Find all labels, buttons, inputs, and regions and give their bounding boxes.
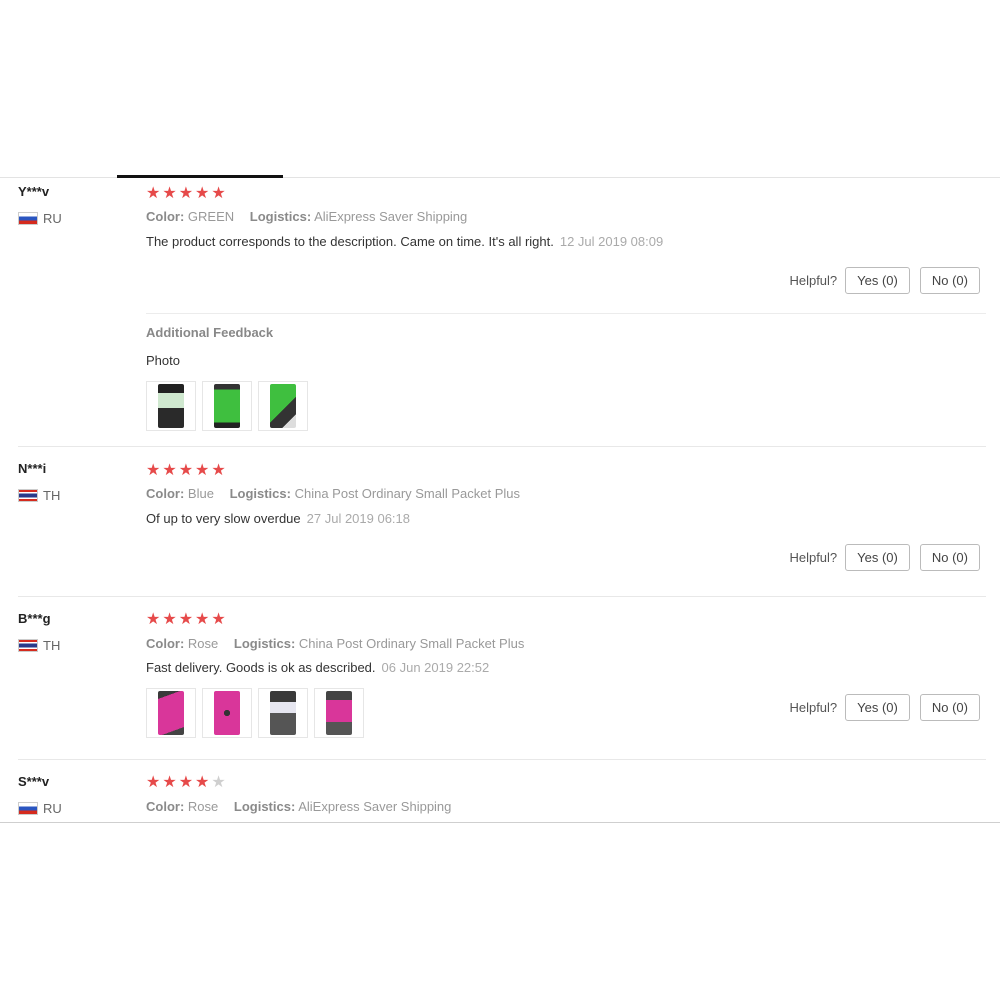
helpful-no-button[interactable]: No (0) — [919, 544, 980, 571]
reviewer-name: S***v — [18, 774, 50, 789]
star-icon: ★ — [195, 462, 210, 479]
logistics-value: China Post Ordinary Small Packet Plus — [294, 486, 521, 501]
star-icon: ★ — [146, 185, 161, 202]
star-rating: ★ ★ ★ ★ ★ — [146, 186, 226, 202]
review-divider — [18, 759, 986, 760]
logistics-value: China Post Ordinary Small Packet Plus — [298, 636, 525, 651]
helpful-vote: Helpful? Yes (0) No (0) — [789, 544, 980, 571]
review-content: The product corresponds to the descripti… — [146, 234, 663, 249]
star-icon: ★ — [195, 611, 210, 628]
helpful-label: Helpful? — [789, 273, 838, 288]
review-date: 12 Jul 2019 08:09 — [559, 234, 664, 249]
review-date: 27 Jul 2019 06:18 — [306, 511, 411, 526]
helpful-yes-button[interactable]: Yes (0) — [845, 544, 910, 571]
review-meta: Color: Blue Logistics: China Post Ordina… — [146, 486, 532, 501]
color-value: Blue — [187, 486, 214, 501]
star-rating: ★ ★ ★ ★ ★ — [146, 612, 226, 628]
helpful-vote: Helpful? Yes (0) No (0) — [789, 694, 980, 721]
divider — [146, 313, 986, 314]
star-icon: ★ — [162, 774, 177, 791]
logistics-label: Logistics: — [233, 799, 296, 814]
photo-label: Photo — [146, 353, 180, 368]
star-icon: ★ — [195, 185, 210, 202]
review-date: 06 Jun 2019 22:52 — [381, 660, 490, 675]
thailand-flag-icon — [18, 639, 38, 652]
review-text: Fast delivery. Goods is ok as described. — [146, 660, 376, 675]
review-photo-thumbnail[interactable] — [202, 688, 252, 738]
reviewer-name: Y***v — [18, 184, 50, 199]
logistics-label: Logistics: — [229, 486, 291, 501]
star-icon: ★ — [162, 462, 177, 479]
photo-thumbnails — [146, 381, 308, 431]
review-photo-thumbnail[interactable] — [314, 688, 364, 738]
helpful-label: Helpful? — [789, 700, 838, 715]
star-icon: ★ — [178, 462, 194, 479]
reviewer-country: RU — [18, 801, 62, 816]
russia-flag-icon — [18, 212, 38, 225]
country-code: RU — [43, 801, 62, 816]
reviewer-name: B***g — [18, 611, 51, 626]
review-photo-thumbnail[interactable] — [146, 688, 196, 738]
review-divider — [18, 446, 986, 447]
review-photo-thumbnail[interactable] — [258, 381, 308, 431]
star-icon: ★ — [211, 185, 226, 202]
star-icon: ★ — [178, 185, 194, 202]
color-label: Color: — [146, 636, 185, 651]
review-meta: Color: Rose Logistics: China Post Ordina… — [146, 636, 536, 651]
photo-thumbnails — [146, 688, 364, 738]
star-icon: ★ — [211, 462, 226, 479]
logistics-value: AliExpress Saver Shipping — [314, 209, 468, 224]
country-code: TH — [43, 488, 61, 503]
additional-feedback-title: Additional Feedback — [146, 325, 274, 340]
star-icon: ★ — [162, 185, 177, 202]
helpful-yes-button[interactable]: Yes (0) — [845, 694, 910, 721]
star-icon: ★ — [195, 774, 210, 791]
color-label: Color: — [146, 799, 185, 814]
helpful-yes-button[interactable]: Yes (0) — [845, 267, 910, 294]
review-content: Fast delivery. Goods is ok as described.… — [146, 660, 489, 675]
star-rating: ★ ★ ★ ★ ★ — [146, 775, 226, 791]
star-icon: ★ — [162, 611, 177, 628]
star-icon: ★ — [146, 774, 161, 791]
helpful-vote: Helpful? Yes (0) No (0) — [789, 267, 980, 294]
reviewer-country: TH — [18, 638, 60, 653]
review-meta: Color: Rose Logistics: AliExpress Saver … — [146, 799, 463, 814]
reviewer-country: RU — [18, 211, 62, 226]
color-value: Rose — [187, 636, 219, 651]
star-icon: ★ — [178, 774, 194, 791]
color-label: Color: — [146, 486, 185, 501]
star-rating: ★ ★ ★ ★ ★ — [146, 463, 226, 479]
review-text: The product corresponds to the descripti… — [146, 234, 554, 249]
star-empty-icon: ★ — [211, 774, 226, 791]
viewport-bottom-edge — [0, 822, 1000, 823]
review-divider — [18, 596, 986, 597]
russia-flag-icon — [18, 802, 38, 815]
logistics-value: AliExpress Saver Shipping — [298, 799, 452, 814]
helpful-no-button[interactable]: No (0) — [919, 694, 980, 721]
reviewer-name: N***i — [18, 461, 47, 476]
review-text: Of up to very slow overdue — [146, 511, 301, 526]
country-code: RU — [43, 211, 62, 226]
color-value: GREEN — [187, 209, 235, 224]
review-photo-thumbnail[interactable] — [258, 688, 308, 738]
star-icon: ★ — [146, 611, 161, 628]
active-tab-indicator — [117, 175, 283, 178]
color-value: Rose — [187, 799, 219, 814]
review-photo-thumbnail[interactable] — [146, 381, 196, 431]
review-photo-thumbnail[interactable] — [202, 381, 252, 431]
logistics-label: Logistics: — [233, 636, 296, 651]
logistics-label: Logistics: — [249, 209, 312, 224]
star-icon: ★ — [178, 611, 194, 628]
reviewer-country: TH — [18, 488, 60, 503]
star-icon: ★ — [211, 611, 226, 628]
color-label: Color: — [146, 209, 185, 224]
helpful-no-button[interactable]: No (0) — [919, 267, 980, 294]
country-code: TH — [43, 638, 61, 653]
review-meta: Color: GREEN Logistics: AliExpress Saver… — [146, 209, 479, 224]
thailand-flag-icon — [18, 489, 38, 502]
helpful-label: Helpful? — [789, 550, 838, 565]
star-icon: ★ — [146, 462, 161, 479]
review-content: Of up to very slow overdue 27 Jul 2019 06… — [146, 511, 410, 526]
